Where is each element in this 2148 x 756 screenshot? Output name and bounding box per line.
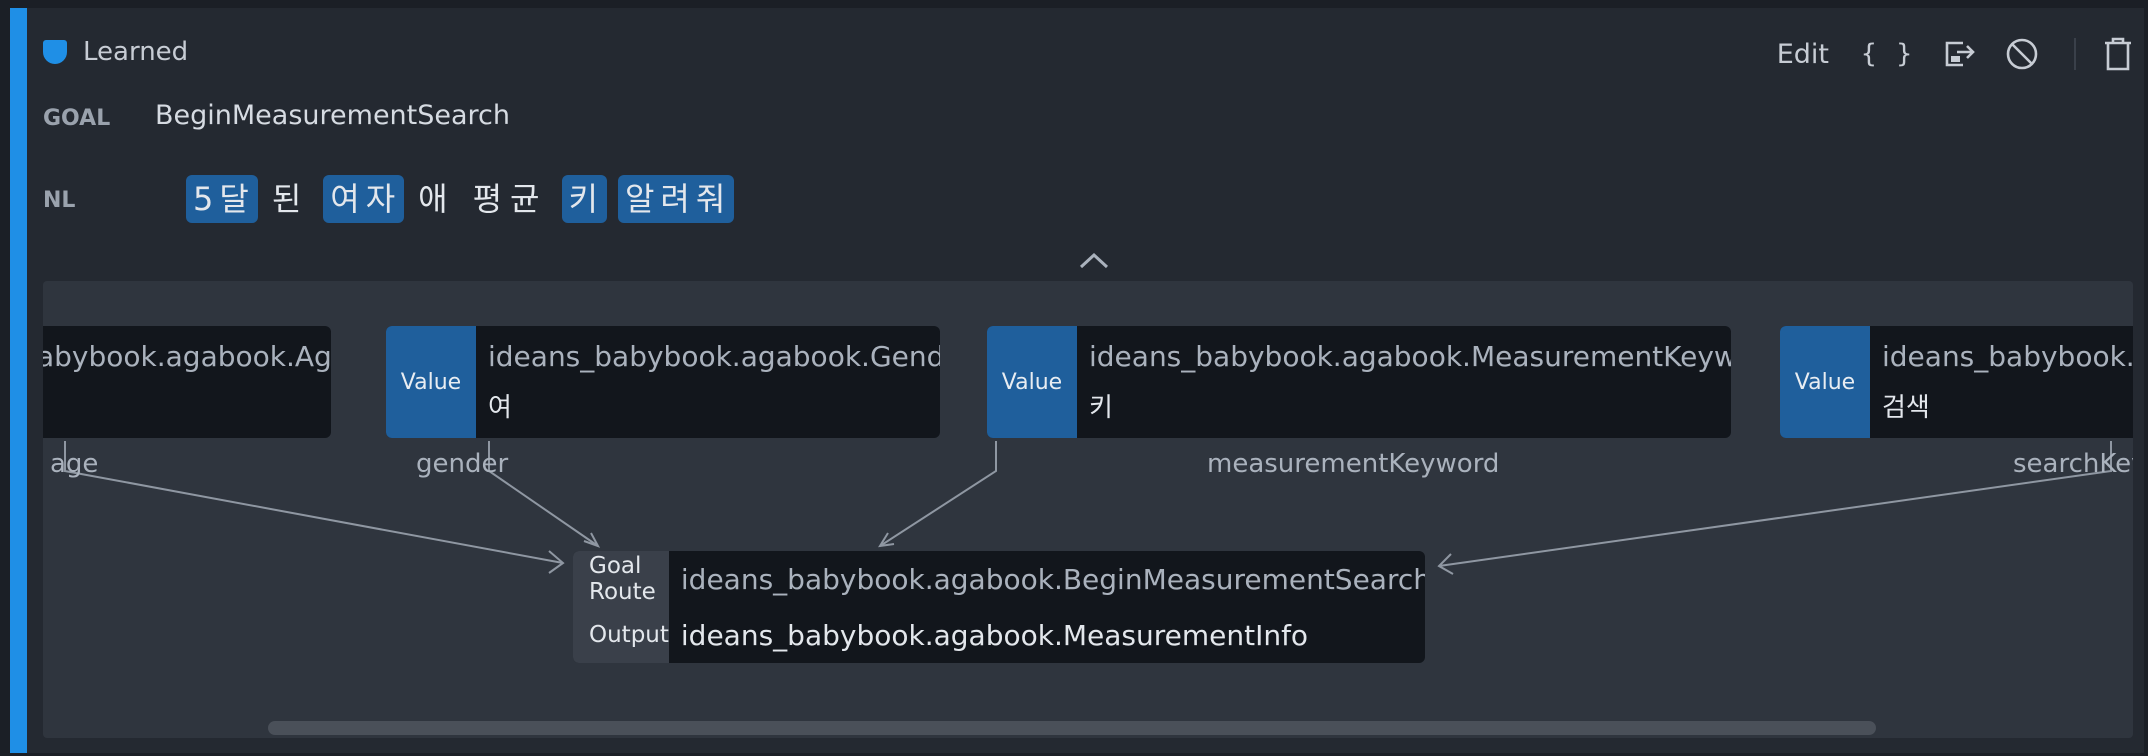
value-tag: Value [987,326,1077,438]
card-toolbar: Edit { } [1777,32,2144,76]
node-type: ideans_babybook.agabook.MeasurementKeywo… [1089,340,1731,373]
nl-label: NL [43,188,76,213]
trash-icon[interactable] [2098,34,2138,74]
node-type: ideans_babybook.agabook.Gender [488,340,940,373]
value-node-age[interactable]: abybook.agabook.Age [43,326,331,438]
export-icon[interactable] [1940,34,1980,74]
learned-status-icon [43,40,67,64]
chevron-up-icon[interactable] [1078,250,1110,270]
param-label: gender [416,449,509,479]
edit-button[interactable]: Edit [1777,39,1829,70]
node-value [43,383,331,433]
nl-token[interactable]: 된 [269,175,312,223]
disable-icon[interactable] [2002,34,2042,74]
json-view-button[interactable]: { } [1861,39,1914,69]
node-type: ideans_babybook.ag [1882,340,2133,373]
node-value: 검색 [1882,393,1930,423]
nl-utterance: 5달 된 여자 애 평균 키 알려줘 [186,175,745,223]
learned-example-card: Learned Edit { } GOAL BeginMeasurementSe… [10,8,2144,753]
arrowhead-icon [878,532,895,548]
node-value: 키 [1089,393,1113,423]
output-label: Output [589,622,669,648]
status-badge: Learned [43,32,188,72]
horizontal-scrollbar[interactable] [268,721,1876,735]
nl-token[interactable]: 애 [415,175,458,223]
value-node-gender[interactable]: Value ideans_babybook.agabook.Gender 여 [386,326,940,438]
nl-token[interactable]: 알려줘 [617,175,735,223]
edge-search-key [1438,441,2112,567]
param-label: age [50,449,99,479]
status-label: Learned [83,37,189,67]
goal-route-value: ideans_babybook.agabook.BeginMeasurement… [680,562,1425,596]
edge-measurement-keyword [879,441,997,547]
value-node-measurement-keyword[interactable]: Value ideans_babybook.agabook.Measuremen… [987,326,1731,438]
goal-route-node[interactable]: Goal Route Output ideans_babybook.agaboo… [573,551,1425,663]
node-type: abybook.agabook.Age [43,340,331,373]
nl-token[interactable]: 5달 [186,175,258,223]
toolbar-divider [2074,38,2076,70]
goal-value: BeginMeasurementSearch [155,100,511,131]
accent-bar [10,8,27,753]
execution-graph-panel: abybook.agabook.Age age Value ideans_bab… [43,281,2133,738]
value-tag: Value [1780,326,1870,438]
param-label: measurementKeyword [1207,449,1500,479]
nl-token[interactable]: 평균 [470,175,551,223]
param-label: searchKey [2013,449,2133,479]
output-value: ideans_babybook.agabook.MeasurementInfo [680,618,1309,652]
nl-token[interactable]: 키 [561,175,607,223]
nl-token[interactable]: 여자 [323,175,405,223]
arrowhead-icon [583,532,601,548]
goal-route-label: Goal Route [589,553,656,605]
goal-label: GOAL [43,106,111,131]
node-value: 여 [488,393,512,423]
value-node-search-key[interactable]: Value ideans_babybook.ag 검색 [1780,326,2133,438]
value-tag: Value [386,326,476,438]
